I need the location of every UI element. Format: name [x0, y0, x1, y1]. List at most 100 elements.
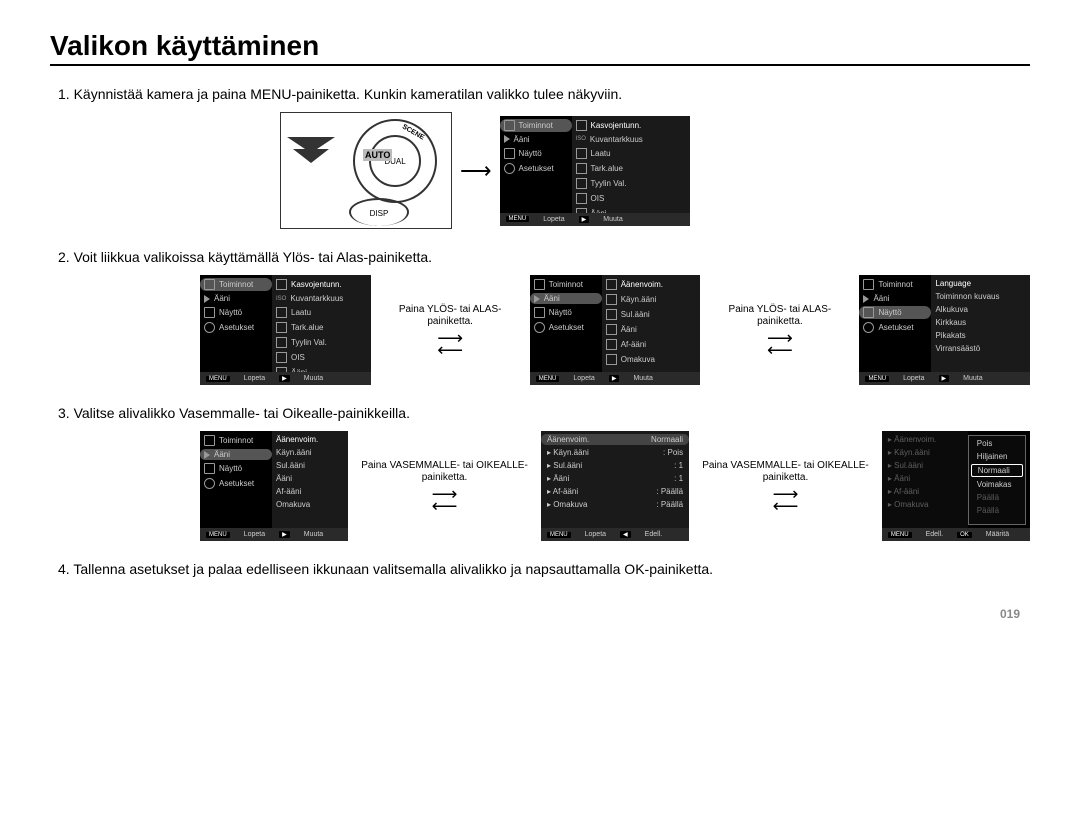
focus-icon	[576, 163, 587, 174]
submenu-item[interactable]: Af-ääni	[272, 486, 348, 497]
arrow-right-icon: ⟶⟵	[437, 332, 463, 356]
lcd-screen-2b: Toiminnot Ääni Näyttö Asetukset Äänenvoi…	[530, 275, 701, 385]
quality-icon	[576, 148, 587, 159]
submenu-item[interactable]: Virransäästö	[931, 343, 1030, 354]
value-row[interactable]: ▸ Käyn.ääni: Pois	[541, 447, 689, 458]
arrow-right-icon: ⟶⟵	[773, 488, 799, 512]
menu-item-aani[interactable]: Ääni	[200, 293, 272, 304]
camera-icon	[504, 120, 515, 131]
submenu-item[interactable]: Äänenvoim.	[602, 278, 701, 291]
lcd-screen-3b: Äänenvoim.Normaali ▸ Käyn.ääni: Pois ▸ S…	[541, 431, 689, 541]
menu-item-aani[interactable]: Ääni	[200, 449, 272, 460]
menu-item-aani[interactable]: Ääni	[530, 293, 602, 304]
arrow-right-icon: ⟶	[460, 158, 492, 184]
caption-updown: Paina YLÖS- tai ALAS- painiketta.	[379, 304, 522, 328]
camera-illustration: AUTO SCENE DUAL DISP	[280, 112, 452, 229]
face-icon	[576, 120, 587, 131]
submenu-item[interactable]: Kasvojentunn.	[572, 119, 690, 132]
menu-item-naytto[interactable]: Näyttö	[200, 306, 272, 319]
value-row: ▸ Käyn.ääni	[882, 447, 968, 458]
menu-item-aani[interactable]: Ääni	[500, 134, 572, 145]
submenu-item[interactable]: Tyylin Val.	[272, 336, 371, 349]
caption-updown: Paina YLÖS- tai ALAS- painiketta.	[708, 304, 851, 328]
play-icon: ▶	[579, 216, 590, 223]
sound-icon	[204, 295, 210, 303]
step1-text: 1. Käynnistää kamera ja paina MENU-paini…	[58, 86, 1030, 102]
lcd-screen-3c: ▸ Äänenvoim. ▸ Käyn.ääni ▸ Sul.ääni ▸ Ää…	[882, 431, 1030, 541]
submenu-item[interactable]: Tark.alue	[572, 162, 690, 175]
menu-item-naytto[interactable]: Näyttö	[859, 306, 931, 319]
submenu-item[interactable]: Tark.alue	[272, 321, 371, 334]
display-icon	[504, 148, 515, 159]
menu-item-toiminnot[interactable]: Toiminnot	[859, 278, 931, 291]
submenu-item[interactable]: OIS	[272, 351, 371, 364]
submenu-item[interactable]: Ääni	[272, 473, 348, 484]
value-row[interactable]: Äänenvoim.Normaali	[541, 434, 689, 445]
step3-text: 3. Valitse alivalikko Vasemmalle- tai Oi…	[58, 405, 1030, 421]
camera-icon	[204, 279, 215, 290]
page-title: Valikon käyttäminen	[50, 30, 1030, 66]
menu-button-label: MENU	[506, 216, 530, 222]
lcd-screen-1: Toiminnot Ääni Näyttö Asetukset Kasvojen…	[500, 116, 690, 226]
submenu-item[interactable]: Käyn.ääni	[272, 447, 348, 458]
submenu-item[interactable]: Kirkkaus	[931, 317, 1030, 328]
submenu-item[interactable]: Laatu	[272, 306, 371, 319]
caption-leftright: Paina VASEMMALLE- tai OIKEALLE- painiket…	[697, 460, 874, 484]
value-row: ▸ Ääni	[882, 473, 968, 484]
value-row[interactable]: ▸ Ääni: 1	[541, 473, 689, 484]
menu-item-naytto[interactable]: Näyttö	[200, 462, 272, 475]
submenu-item[interactable]: Omakuva	[272, 499, 348, 510]
value-row: ▸ Äänenvoim.	[882, 434, 968, 445]
submenu-item[interactable]: Omakuva	[602, 353, 701, 366]
ois-icon	[576, 193, 587, 204]
menu-item-toiminnot[interactable]: Toiminnot	[530, 278, 602, 291]
sound-icon	[504, 135, 510, 143]
option-item[interactable]: Voimakas	[971, 479, 1023, 490]
submenu-item[interactable]: Kasvojentunn.	[272, 278, 371, 291]
value-row[interactable]: ▸ Sul.ääni: 1	[541, 460, 689, 471]
option-item[interactable]: Pois	[971, 438, 1023, 449]
menu-item-toiminnot[interactable]: Toiminnot	[200, 278, 272, 291]
submenu-item[interactable]: Äänenvoim.	[272, 434, 348, 445]
arrow-right-icon: ⟶⟵	[767, 332, 793, 356]
value-row: ▸ Af-ääni	[882, 486, 968, 497]
submenu-item[interactable]: Ääni	[602, 323, 701, 336]
option-item-selected[interactable]: Normaali	[971, 464, 1023, 477]
menu-item-naytto[interactable]: Näyttö	[530, 306, 602, 319]
style-icon	[576, 178, 587, 189]
gear-icon	[204, 322, 215, 333]
submenu-item[interactable]: Sul.ääni	[602, 308, 701, 321]
submenu-item[interactable]: Käyn.ääni	[602, 293, 701, 306]
submenu-item[interactable]: Sul.ääni	[272, 460, 348, 471]
ok-button-label: OK	[957, 532, 972, 538]
submenu-item[interactable]: Language	[931, 278, 1030, 289]
submenu-item[interactable]: OIS	[572, 192, 690, 205]
menu-item-asetukset[interactable]: Asetukset	[530, 321, 602, 334]
submenu-item[interactable]: ISOKuvantarkkuus	[572, 134, 690, 145]
lcd-screen-2a: Toiminnot Ääni Näyttö Asetukset Kasvojen…	[200, 275, 371, 385]
option-item[interactable]: Hiljainen	[971, 451, 1023, 462]
menu-item-aani[interactable]: Ääni	[859, 293, 931, 304]
submenu-item[interactable]: Af-ääni	[602, 338, 701, 351]
value-row[interactable]: ▸ Omakuva: Päällä	[541, 499, 689, 510]
step2-text: 2. Voit liikkua valikoissa käyttämällä Y…	[58, 249, 1030, 265]
menu-item-naytto[interactable]: Näyttö	[500, 147, 572, 160]
submenu-item[interactable]: Alkukuva	[931, 304, 1030, 315]
menu-item-asetukset[interactable]: Asetukset	[859, 321, 931, 334]
menu-item-toiminnot[interactable]: Toiminnot	[500, 119, 572, 132]
menu-item-toiminnot[interactable]: Toiminnot	[200, 434, 272, 447]
value-row[interactable]: ▸ Af-ääni: Päällä	[541, 486, 689, 497]
value-row: ▸ Omakuva	[882, 499, 968, 510]
menu-item-asetukset[interactable]: Asetukset	[200, 477, 272, 490]
submenu-item[interactable]: Toiminnon kuvaus	[931, 291, 1030, 302]
menu-item-asetukset[interactable]: Asetukset	[500, 162, 572, 175]
submenu-item[interactable]: Pikakats	[931, 330, 1030, 341]
footer-exit: Lopeta	[543, 216, 564, 223]
mode-dual-label: DUAL	[369, 135, 421, 187]
submenu-item[interactable]: Laatu	[572, 147, 690, 160]
step4-text: 4. Tallenna asetukset ja palaa edellisee…	[58, 561, 1030, 577]
menu-item-asetukset[interactable]: Asetukset	[200, 321, 272, 334]
submenu-item[interactable]: Tyylin Val.	[572, 177, 690, 190]
submenu-item[interactable]: ISOKuvantarkkuus	[272, 293, 371, 304]
option-item: Päällä	[971, 492, 1023, 503]
